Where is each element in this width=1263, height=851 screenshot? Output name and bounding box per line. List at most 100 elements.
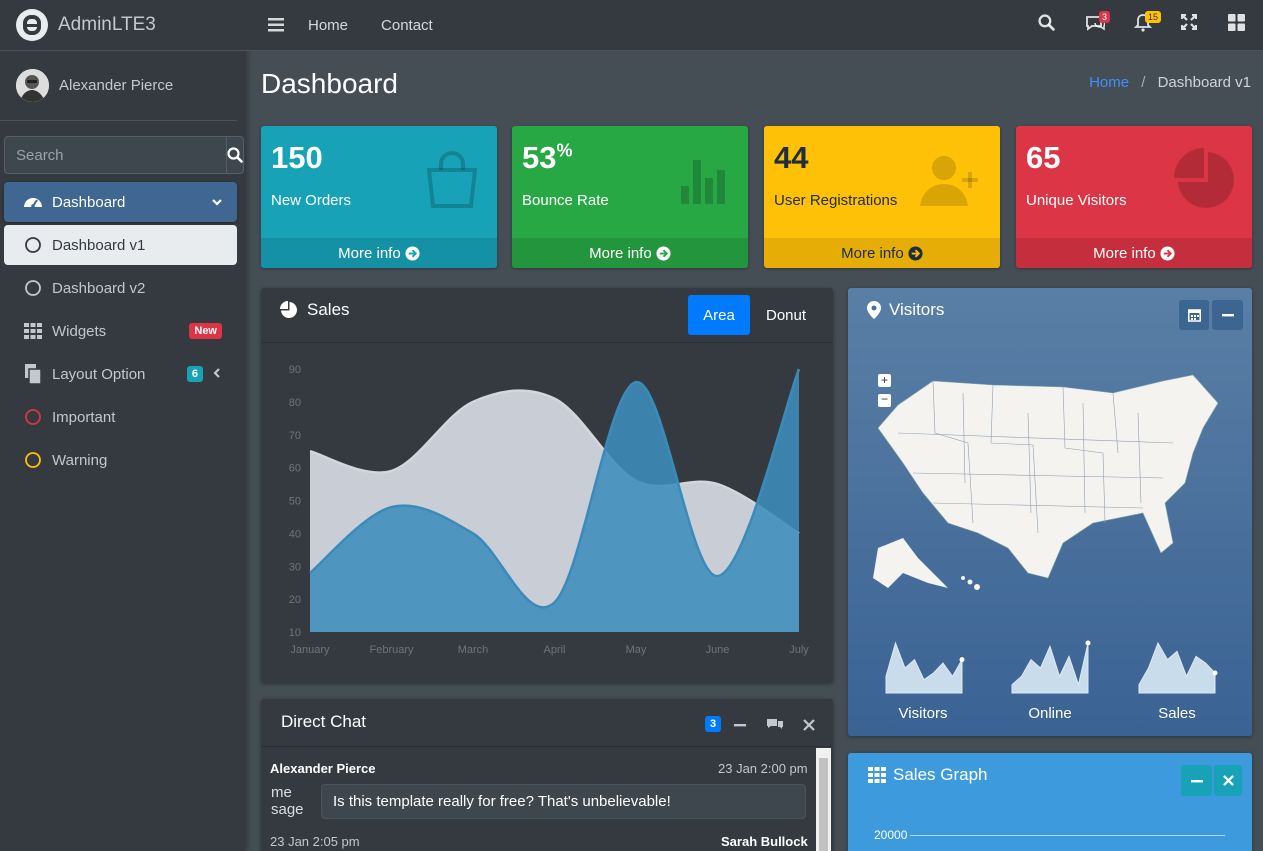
bar-chart-icon: [672, 148, 734, 214]
user-panel[interactable]: Alexander Pierce: [0, 51, 237, 121]
calendar-button[interactable]: [1179, 300, 1209, 330]
stat-box-bounce-rate: 53% Bounce Rate More info: [512, 126, 748, 268]
sidebar-item-label: Dashboard: [52, 193, 126, 211]
close-icon: [1222, 775, 1234, 786]
page-title: Dashboard: [261, 68, 398, 99]
sidebar-item-layout-option[interactable]: Layout Option 6: [4, 354, 237, 394]
user-avatar: [16, 69, 49, 102]
main-sidebar: AdminLTE3 Alexander Pierce Dashboard Das…: [0, 0, 245, 851]
chat-sender-name: Alexander Pierce: [270, 761, 376, 776]
chat-message-bubble: Is this template really for free? That's…: [321, 784, 806, 819]
sidebar-item-label: Warning: [52, 451, 108, 469]
stat-value: 65: [1026, 140, 1061, 175]
breadcrumb-separator: /: [1141, 74, 1146, 91]
breadcrumb-current: Dashboard v1: [1157, 74, 1251, 91]
card-title: Visitors: [867, 300, 944, 320]
x-tick-label: June: [706, 644, 730, 656]
search-button[interactable]: [226, 136, 244, 174]
y-tick-label: 80: [289, 397, 301, 409]
grid-icon: [22, 320, 44, 342]
sales-graph-gridline: [910, 835, 1225, 836]
nav-link-home[interactable]: Home: [308, 17, 348, 34]
close-icon[interactable]: [803, 719, 815, 731]
hamburger-menu-icon[interactable]: [268, 18, 284, 32]
arrow-circle-right-icon: [405, 245, 420, 261]
nav-link-contact[interactable]: Contact: [381, 17, 433, 34]
chat-avatar-alt: me sage: [271, 784, 304, 818]
x-tick-label: May: [626, 644, 647, 656]
visitors-card: Visitors + − Visitors Online Sales: [848, 288, 1252, 736]
remove-button[interactable]: [1214, 765, 1242, 796]
pie-chart-icon: [1174, 148, 1238, 216]
sales-card: Sales Area Donut 10 20 30 40 50 60 70 80 90 Janua…: [261, 288, 833, 683]
user-name[interactable]: Alexander Pierce: [59, 77, 173, 94]
search-input[interactable]: [4, 136, 226, 174]
bell-icon[interactable]: 15: [1133, 11, 1162, 36]
more-info-link[interactable]: More info: [764, 238, 1000, 268]
usa-map[interactable]: [873, 373, 1223, 603]
minus-icon: [1190, 779, 1203, 782]
sidebar-item-dashboard-v1[interactable]: Dashboard v1: [4, 225, 237, 265]
sidebar-item-label: Layout Option: [52, 365, 146, 383]
top-navbar: Home Contact 3 15: [245, 0, 1263, 51]
sales-graph-card: Sales Graph 20000: [848, 753, 1252, 851]
collapse-button[interactable]: [1181, 765, 1212, 796]
sparkline-sales: [1138, 641, 1216, 694]
stat-box-unique-visitors: 65 Unique Visitors More info: [1016, 126, 1252, 268]
sparkline-endpoint: [1085, 640, 1091, 646]
brand-logo: [16, 9, 48, 41]
new-badge: New: [189, 323, 222, 339]
sidebar-item-dashboard[interactable]: Dashboard: [4, 182, 237, 222]
chat-scrollbar[interactable]: [816, 748, 831, 851]
tachometer-icon: [22, 191, 44, 213]
x-tick-label: March: [458, 644, 489, 656]
calendar-icon: [1187, 309, 1201, 322]
sparkline-online: [1011, 642, 1089, 694]
brand-link[interactable]: AdminLTE3: [0, 0, 245, 51]
sidebar-item-dashboard-v2[interactable]: Dashboard v2: [4, 268, 237, 308]
tab-area[interactable]: Area: [688, 295, 750, 335]
comments-icon[interactable]: [766, 717, 784, 732]
brand-text: AdminLTE3: [58, 14, 156, 35]
more-info-link[interactable]: More info: [261, 238, 497, 268]
card-title: Direct Chat: [281, 712, 367, 731]
y-tick-label: 30: [289, 561, 301, 573]
sidebar-item-label: Widgets: [52, 322, 107, 340]
minus-icon[interactable]: [733, 718, 747, 732]
sidebar-item-widgets[interactable]: Widgets New: [4, 311, 237, 351]
copy-icon: [22, 363, 44, 385]
th-large-icon[interactable]: [1228, 14, 1245, 35]
visitors-sparklines: [885, 640, 1218, 694]
breadcrumb-home-link[interactable]: Home: [1089, 74, 1129, 91]
pie-chart-icon: [280, 301, 297, 318]
messages-icon[interactable]: 3: [1085, 11, 1111, 36]
fullscreen-icon[interactable]: [1180, 13, 1198, 34]
x-tick-label: January: [290, 644, 330, 656]
sparkline-visitors: [885, 641, 963, 694]
circle-icon: [22, 449, 44, 471]
count-badge: 6: [186, 366, 203, 382]
more-info-link[interactable]: More info: [512, 238, 748, 268]
search-icon: [227, 147, 243, 163]
sales-graph-tick: 20000: [874, 828, 908, 842]
shopping-bag-icon: [421, 148, 483, 214]
more-info-link[interactable]: More info: [1016, 238, 1252, 268]
y-tick-label: 50: [289, 496, 301, 508]
y-tick-label: 70: [289, 430, 301, 442]
spark-label-sales: Sales: [1158, 705, 1196, 722]
sidebar-item-warning[interactable]: Warning: [4, 440, 237, 480]
search-icon[interactable]: [1038, 14, 1055, 35]
stat-value: 53%: [522, 140, 573, 175]
sidebar-item-label: Dashboard v1: [52, 236, 146, 254]
circle-icon: [22, 277, 44, 299]
collapse-button[interactable]: [1212, 300, 1243, 330]
breadcrumb: Home / Dashboard v1: [1089, 74, 1251, 91]
grid-icon: [868, 767, 886, 783]
tab-donut[interactable]: Donut: [757, 295, 815, 335]
sidebar-item-label: Important: [52, 408, 116, 426]
sidebar-item-important[interactable]: Important: [4, 397, 237, 437]
spark-label-visitors: Visitors: [898, 705, 948, 722]
minus-icon: [1221, 314, 1234, 317]
stat-box-new-orders: 150 New Orders More info: [261, 126, 497, 268]
arrow-circle-right-icon: [908, 245, 923, 261]
